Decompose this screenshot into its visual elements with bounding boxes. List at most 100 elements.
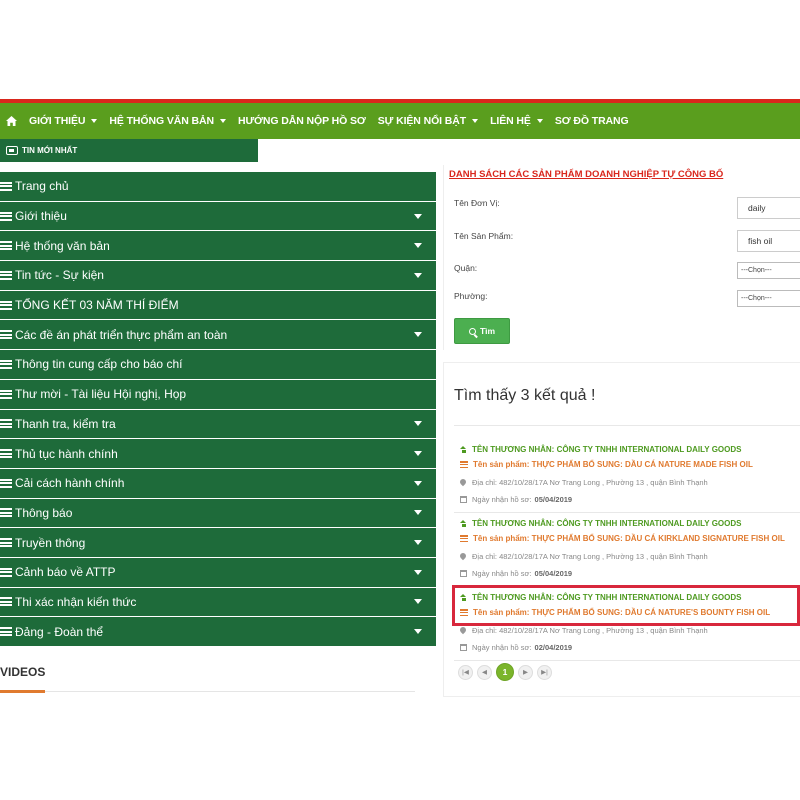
result-address-text: Địa chỉ: 482/10/28/17A Nơ Trang Long , P… (472, 626, 708, 635)
chevron-down-icon[interactable] (414, 599, 422, 605)
chevron-down-icon[interactable] (414, 243, 422, 249)
calendar-icon (460, 496, 467, 503)
chevron-down-icon[interactable] (414, 569, 422, 575)
latest-news-tab[interactable]: TIN MỚI NHẤT (0, 139, 258, 162)
list-icon (0, 270, 12, 281)
home-icon (460, 446, 467, 453)
chevron-down-icon[interactable] (414, 332, 422, 338)
result-date-value: 02/04/2019 (534, 643, 573, 652)
nav-item-lien-he[interactable]: LIÊN HỆ (490, 115, 543, 127)
list-icon (0, 181, 12, 192)
chevron-down-icon[interactable] (414, 629, 422, 635)
result-address-text: Địa chỉ: 482/10/28/17A Nơ Trang Long , P… (472, 552, 708, 561)
sidebar-item[interactable]: Cảnh báo về ATTP (0, 557, 436, 588)
pagination-first-button[interactable]: |◀ (458, 664, 473, 680)
pagination-last-button[interactable]: ▶| (537, 664, 552, 680)
district-label: Quận: (454, 263, 478, 273)
sidebar-item[interactable]: Thông tin cung cấp cho báo chí (0, 350, 436, 380)
nav-item-he-thong-van-ban[interactable]: HỆ THỐNG VĂN BẢN (109, 115, 226, 127)
sidebar-item[interactable]: Cải cách hành chính (0, 468, 436, 499)
list-icon (0, 596, 12, 607)
list-icon (0, 537, 12, 548)
sidebar-menu: Trang chủ Giới thiệu Hệ thống văn bản Tin t… (0, 172, 436, 647)
sidebar-item-content: Truyền thông (0, 536, 85, 550)
home-icon[interactable] (6, 116, 17, 126)
sidebar-item-label: Hệ thống văn bản (15, 238, 110, 253)
search-panel-title[interactable]: DANH SÁCH CÁC SẢN PHẨM DOANH NGHIỆP TỰ C… (449, 169, 723, 180)
chevron-down-icon[interactable] (414, 510, 422, 516)
list-icon (0, 478, 12, 489)
sidebar-item[interactable]: Thông báo (0, 498, 436, 529)
result-merchant[interactable]: TÊN THƯƠNG NHÂN: CÔNG TY TNHH INTERNATIO… (460, 445, 741, 454)
sidebar-item[interactable]: Các đề án phát triển thực phẩm an toàn (0, 320, 436, 351)
chevron-down-icon (536, 119, 543, 123)
sidebar-item-content: TỔNG KẾT 03 NĂM THÍ ĐIỂM (0, 298, 179, 312)
chevron-down-icon[interactable] (414, 213, 422, 219)
chevron-down-icon[interactable] (414, 451, 422, 457)
sidebar-item-content: Thư mời - Tài liệu Hội nghị, Họp (0, 387, 186, 401)
district-select[interactable]: ---Chọn--- (737, 262, 800, 279)
result-product-text: Tên sản phẩm: THỰC PHẨM BỔ SUNG: DẦU CÁ … (473, 460, 753, 469)
list-icon (0, 389, 12, 400)
calendar-icon (460, 644, 467, 651)
result-address: Địa chỉ: 482/10/28/17A Nơ Trang Long , P… (460, 552, 708, 561)
sidebar-item[interactable]: Thư mời - Tài liệu Hội nghị, Họp (0, 379, 436, 410)
divider (454, 425, 800, 426)
result-date: Ngày nhận hồ sơ: 05/04/2019 (460, 495, 572, 504)
unit-name-input[interactable]: daily (737, 197, 800, 219)
sidebar-item[interactable]: Đảng - Đoàn thể (0, 617, 436, 647)
nav-item-so-do-trang[interactable]: SƠ ĐỒ TRANG (555, 115, 629, 127)
result-address-text: Địa chỉ: 482/10/28/17A Nơ Trang Long , P… (472, 478, 708, 487)
result-date: Ngày nhận hồ sơ: 05/04/2019 (460, 569, 572, 578)
sidebar-item[interactable]: Trang chủ (0, 172, 436, 202)
sidebar-item[interactable]: Truyền thông (0, 528, 436, 558)
result-product[interactable]: Tên sản phẩm: THỰC PHẨM BỔ SUNG: DẦU CÁ … (460, 460, 753, 469)
result-product-text: Tên sản phẩm: THỰC PHẨM BỔ SUNG: DẦU CÁ … (473, 534, 785, 543)
product-name-input[interactable]: fish oil (737, 230, 800, 252)
chevron-down-icon[interactable] (414, 540, 422, 546)
sidebar-item[interactable]: Thi xác nhận kiến thức (0, 587, 436, 618)
list-icon (0, 626, 12, 637)
chevron-down-icon[interactable] (414, 421, 422, 427)
sidebar-item-content: Thủ tục hành chính (0, 447, 118, 461)
nav-item-huong-dan-nop-ho-so[interactable]: HƯỚNG DẪN NỘP HỒ SƠ (238, 115, 366, 127)
sidebar-item-label: Thông báo (15, 505, 73, 520)
title-underline (0, 690, 45, 693)
sidebar-item-content: Trang chủ (0, 179, 69, 193)
sidebar-item-label: Thủ tục hành chính (15, 446, 118, 461)
sidebar-item[interactable]: Thanh tra, kiểm tra (0, 409, 436, 440)
pagination-next-button[interactable]: ▶ (518, 664, 533, 680)
sidebar-item[interactable]: TỔNG KẾT 03 NĂM THÍ ĐIỂM (0, 290, 436, 321)
chevron-down-icon[interactable] (414, 272, 422, 278)
pagination-page-current[interactable]: 1 (496, 663, 514, 681)
results-panel: Tìm thấy 3 kết quả ! |◀ ◀ 1 ▶ ▶| TÊN THƯ… (443, 362, 800, 697)
sidebar-item-content: Các đề án phát triển thực phẩm an toàn (0, 328, 227, 342)
pagination-prev-button[interactable]: ◀ (477, 664, 492, 680)
sidebar-item-label: Thông tin cung cấp cho báo chí (15, 357, 183, 372)
result-merchant[interactable]: TÊN THƯƠNG NHÂN: CÔNG TY TNHH INTERNATIO… (460, 519, 741, 528)
sidebar-item-content: Tin tức - Sự kiện (0, 268, 104, 282)
search-panel: DANH SÁCH CÁC SẢN PHẨM DOANH NGHIỆP TỰ C… (443, 165, 800, 350)
nav-item-su-kien-noi-bat[interactable]: SỰ KIỆN NỔI BẬT (378, 115, 479, 127)
map-pin-icon (460, 627, 466, 634)
sidebar-item[interactable]: Hệ thống văn bản (0, 231, 436, 262)
sidebar-item-content: Thông báo (0, 506, 72, 520)
result-item: TÊN THƯƠNG NHÂN: CÔNG TY TNHH INTERNATIO… (444, 513, 800, 587)
list-icon (460, 461, 468, 468)
pagination: |◀ ◀ 1 ▶ ▶| (458, 663, 556, 681)
search-button[interactable]: Tìm (454, 318, 510, 344)
ward-select[interactable]: ---Chọn--- (737, 290, 800, 307)
result-merchant-text: TÊN THƯƠNG NHÂN: CÔNG TY TNHH INTERNATIO… (472, 519, 742, 528)
result-product[interactable]: Tên sản phẩm: THỰC PHẨM BỔ SUNG: DẦU CÁ … (460, 534, 785, 543)
result-date-value: 05/04/2019 (534, 495, 573, 504)
sidebar-item[interactable]: Thủ tục hành chính (0, 439, 436, 469)
list-icon (0, 448, 12, 459)
nav-item-gioi-thieu[interactable]: GIỚI THIỆU (29, 115, 98, 127)
home-icon (460, 520, 467, 527)
chevron-down-icon (219, 119, 226, 123)
list-icon (0, 507, 12, 518)
sidebar-item[interactable]: Tin tức - Sự kiện (0, 261, 436, 291)
tv-icon (6, 146, 18, 155)
sidebar-item[interactable]: Giới thiệu (0, 201, 436, 232)
chevron-down-icon[interactable] (414, 480, 422, 486)
